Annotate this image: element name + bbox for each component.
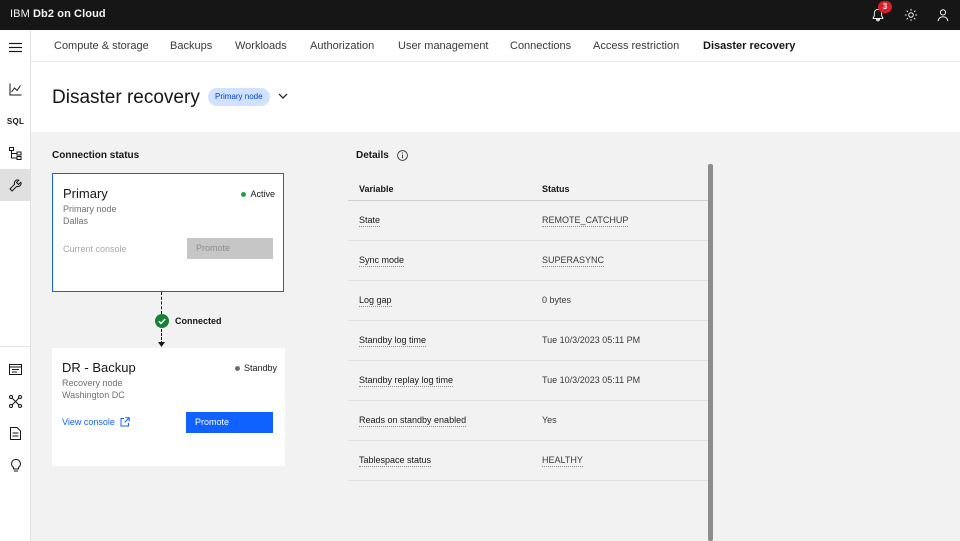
hierarchy-icon: [9, 146, 22, 160]
main-content: Connection status Primary Primary node D…: [31, 132, 960, 541]
table-row: Standby replay log time Tue 10/3/2023 05…: [348, 361, 712, 401]
table-row: Standby log time Tue 10/3/2023 05:11 PM: [348, 321, 712, 361]
connected-label: Connected: [175, 316, 222, 326]
primary-node-card: Primary Primary node Dallas Active Curre…: [52, 173, 284, 292]
node-dropdown-toggle[interactable]: [276, 89, 290, 103]
lightbulb-icon: [10, 458, 21, 471]
connector-line-top: [161, 292, 162, 314]
sql-icon: SQL: [6, 116, 25, 126]
details-header-row: Variable Status: [348, 175, 712, 201]
row-status: Yes: [542, 415, 557, 425]
tab-backups[interactable]: Backups: [170, 40, 212, 52]
tab-connections[interactable]: Connections: [510, 40, 571, 52]
variable-column-header: Variable: [359, 184, 394, 194]
tab-access-restriction[interactable]: Access restriction: [593, 40, 679, 52]
rail-network[interactable]: [0, 385, 31, 417]
left-rail: SQL: [0, 30, 31, 541]
row-variable[interactable]: Reads on standby enabled: [359, 415, 467, 427]
rail-tips[interactable]: [0, 449, 31, 481]
brand-prefix: IBM: [10, 8, 34, 20]
row-variable[interactable]: Log gap: [359, 295, 392, 307]
user-profile-button[interactable]: [934, 6, 952, 24]
network-icon: [9, 394, 22, 408]
backup-card-title: DR - Backup: [62, 360, 136, 375]
view-console-link[interactable]: View console: [62, 417, 130, 427]
document-icon: [10, 426, 21, 440]
top-header: IBM Db2 on Cloud 3: [0, 0, 960, 30]
row-variable[interactable]: Tablespace status: [359, 455, 432, 467]
backup-card-location: Washington DC: [62, 390, 125, 400]
window-icon: [9, 363, 22, 375]
tab-user-management[interactable]: User management: [398, 40, 489, 52]
row-status: 0 bytes: [542, 295, 572, 305]
launch-icon: [120, 417, 130, 427]
rail-administration[interactable]: [0, 169, 31, 201]
info-icon[interactable]: [397, 150, 408, 161]
backup-status: Standby: [234, 363, 277, 373]
dr-backup-card: DR - Backup Recovery node Washington DC …: [52, 348, 285, 466]
app-brand[interactable]: IBM Db2 on Cloud: [10, 8, 106, 20]
row-variable[interactable]: Standby log time: [359, 335, 427, 347]
view-console-label: View console: [62, 417, 115, 427]
chart-icon: [9, 83, 22, 95]
settings-tabs: Compute & storage Backups Workloads Auth…: [31, 30, 960, 62]
row-status: Tue 10/3/2023 05:11 PM: [542, 375, 641, 385]
primary-promote-button[interactable]: Promote: [187, 238, 273, 259]
checkmark-circle-icon: [155, 314, 169, 328]
row-status: SUPERASYNC: [542, 255, 605, 267]
sun-icon: [904, 8, 918, 22]
menu-button[interactable]: [0, 31, 31, 63]
details-title: Details: [356, 150, 389, 161]
rail-catalog[interactable]: [0, 353, 31, 385]
table-row: Log gap 0 bytes: [348, 281, 712, 321]
details-scrollbar[interactable]: [708, 164, 713, 541]
table-row: Tablespace status HEALTHY: [348, 441, 712, 481]
backup-status-label: Standby: [243, 363, 277, 373]
page-header: Disaster recovery Primary node: [31, 62, 960, 132]
rail-sql[interactable]: SQL: [0, 105, 31, 137]
connection-status-title: Connection status: [52, 150, 140, 161]
page-title: Disaster recovery: [52, 87, 200, 108]
row-variable[interactable]: Standby replay log time: [359, 375, 454, 387]
arrow-down-icon: [158, 342, 165, 347]
tab-compute-storage[interactable]: Compute & storage: [54, 40, 149, 52]
primary-card-location: Dallas: [63, 216, 89, 226]
active-status-dot: [241, 191, 247, 197]
standby-status-dot: [234, 365, 240, 371]
backup-promote-button[interactable]: Promote: [186, 412, 273, 433]
row-status: Tue 10/3/2023 05:11 PM: [542, 335, 641, 345]
tab-workloads[interactable]: Workloads: [235, 40, 287, 52]
rail-documentation[interactable]: [0, 417, 31, 449]
primary-card-subtitle: Primary node: [63, 204, 117, 214]
primary-card-title: Primary: [63, 186, 108, 201]
wrench-icon: [9, 178, 22, 192]
status-column-header: Status: [542, 184, 570, 194]
row-variable[interactable]: Sync mode: [359, 255, 405, 267]
tab-disaster-recovery[interactable]: Disaster recovery: [703, 40, 795, 52]
connection-indicator: Connected: [155, 314, 222, 328]
notification-count-badge: 3: [878, 1, 892, 13]
tab-authorization[interactable]: Authorization: [310, 40, 374, 52]
chevron-down-icon: [278, 93, 288, 99]
row-status: REMOTE_CATCHUP: [542, 215, 629, 227]
hamburger-icon: [9, 42, 22, 52]
primary-status-label: Active: [250, 189, 275, 199]
theme-button[interactable]: [902, 6, 920, 24]
current-console-label: Current console: [63, 244, 127, 254]
row-variable[interactable]: State: [359, 215, 381, 227]
rail-monitoring[interactable]: [0, 73, 31, 105]
primary-status: Active: [241, 189, 275, 199]
rail-data[interactable]: [0, 137, 31, 169]
brand-name: Db2 on Cloud: [33, 8, 106, 20]
table-row: Reads on standby enabled Yes: [348, 401, 712, 441]
table-row: Sync mode SUPERASYNC: [348, 241, 712, 281]
user-icon: [937, 9, 949, 22]
node-tag: Primary node: [208, 88, 270, 106]
table-row: State REMOTE_CATCHUP: [348, 201, 712, 241]
rail-divider: [0, 346, 31, 347]
row-status: HEALTHY: [542, 455, 583, 467]
backup-card-subtitle: Recovery node: [62, 378, 123, 388]
